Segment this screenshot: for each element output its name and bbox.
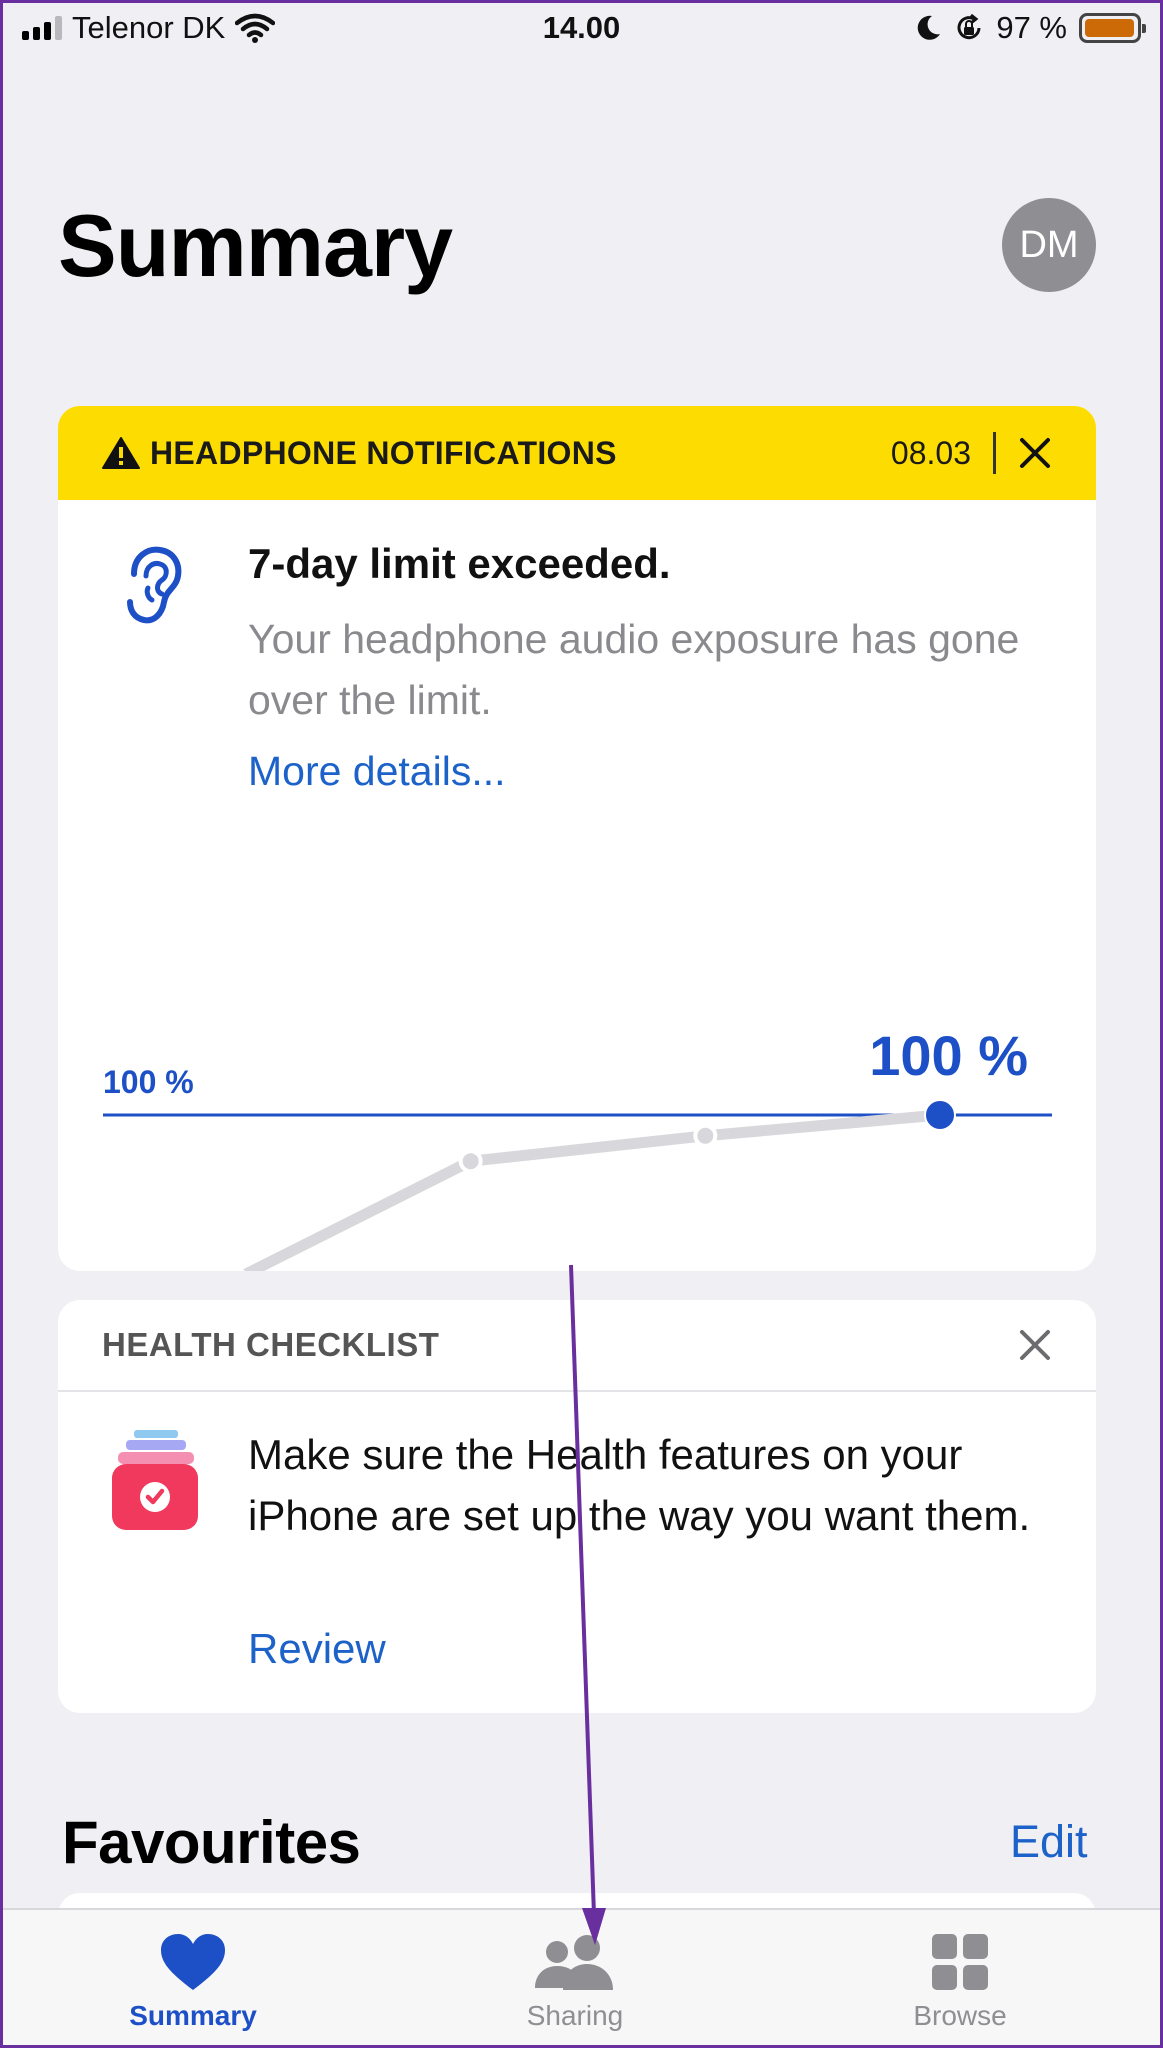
status-bar: Telenor DK 14.00 97 % [0, 0, 1163, 62]
more-details-link[interactable]: More details... [248, 748, 506, 795]
tab-summary[interactable]: Summary [93, 1932, 293, 2032]
ear-icon [127, 546, 182, 624]
orientation-lock-icon [957, 13, 981, 40]
moon-icon [918, 15, 941, 40]
data-point [693, 1123, 718, 1148]
data-point [924, 1099, 956, 1131]
tab-browse[interactable]: Browse [860, 1932, 1060, 2032]
divider [993, 432, 996, 474]
warning-icon [102, 437, 140, 469]
headphone-notification-title: HEADPHONE NOTIFICATIONS [150, 434, 617, 471]
favourites-heading: Favourites [62, 1809, 361, 1876]
current-value-label: 100 % [869, 1024, 1028, 1087]
exposure-series-line [239, 1109, 946, 1271]
battery-percent: 97 % [996, 10, 1067, 45]
avatar[interactable]: DM [1002, 198, 1096, 292]
checklist-title: HEALTH CHECKLIST [102, 1326, 440, 1363]
data-point [458, 1149, 483, 1174]
tab-bar: Summary Sharing Browse [0, 1908, 1163, 2048]
page-title: Summary [58, 196, 453, 295]
health-checklist-icon [112, 1430, 198, 1530]
review-link[interactable]: Review [248, 1625, 386, 1673]
edit-favourites-button[interactable]: Edit [1010, 1816, 1088, 1868]
checklist-header: HEALTH CHECKLIST [58, 1300, 1096, 1392]
tab-label: Browse [913, 2000, 1007, 2031]
status-right: 97 % [916, 10, 1146, 46]
close-icon[interactable] [1018, 436, 1052, 470]
heart-icon [161, 1934, 225, 1990]
people-icon [535, 1935, 613, 1990]
headphone-notification-banner: HEADPHONE NOTIFICATIONS 08.03 [58, 406, 1096, 500]
notification-description: Your headphone audio exposure has gone o… [248, 616, 1020, 723]
notification-date: 08.03 [890, 434, 971, 471]
tab-sharing[interactable]: Sharing [475, 1932, 675, 2032]
notification-heading: 7-day limit exceeded. [248, 540, 671, 587]
grid-icon [932, 1934, 988, 1990]
battery-level [1085, 19, 1134, 37]
tab-label: Sharing [526, 2000, 624, 2031]
health-checklist-card[interactable]: HEALTH CHECKLIST Make sure the Health fe… [58, 1300, 1096, 1713]
checklist-text: Make sure the Health features on your iP… [248, 1431, 1031, 1539]
headphone-notification-card[interactable]: HEADPHONE NOTIFICATIONS 08.03 7-day limi… [58, 406, 1096, 1271]
close-icon[interactable] [1018, 1328, 1052, 1362]
data-point [227, 1267, 245, 1271]
battery-icon [1079, 13, 1146, 43]
tab-label: Summary [129, 2000, 257, 2031]
limit-label: 100 % [103, 1064, 194, 1100]
audio-exposure-chart: 100 %100 %11 OctToday [103, 1024, 1052, 1271]
